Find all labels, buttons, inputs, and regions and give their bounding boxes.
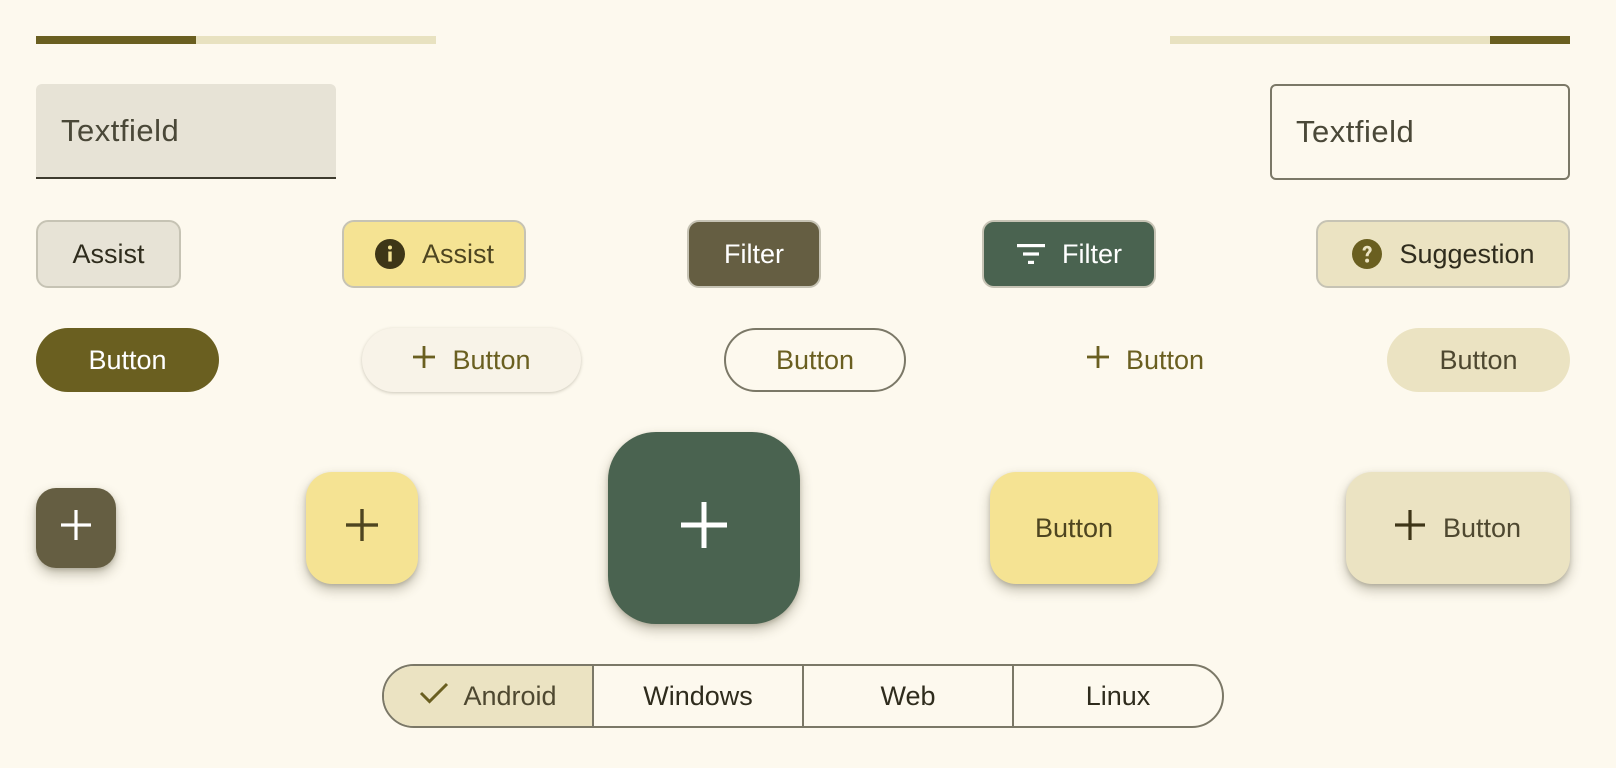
- filter-chip-selected-label: Filter: [724, 238, 784, 269]
- segment-windows[interactable]: Windows: [594, 666, 804, 726]
- elevated-button[interactable]: Button: [362, 328, 581, 392]
- assist-chip[interactable]: Assist: [36, 220, 181, 288]
- check-icon: [419, 681, 449, 712]
- info-icon: [374, 238, 406, 270]
- segment-web[interactable]: Web: [804, 666, 1014, 726]
- progress-bar-right: [1170, 36, 1570, 44]
- filled-button[interactable]: Button: [36, 328, 219, 392]
- filled-textfield[interactable]: Textfield: [36, 84, 336, 179]
- tonal-button-label: Button: [1439, 344, 1518, 375]
- filter-chip-with-icon[interactable]: Filter: [982, 220, 1156, 288]
- outlined-button-label: Button: [775, 344, 855, 375]
- extended-fab-with-icon[interactable]: Button: [1346, 472, 1570, 584]
- segment-android[interactable]: Android: [384, 666, 594, 726]
- extended-fab-label: Button: [1034, 512, 1114, 543]
- plus-icon: [346, 508, 378, 548]
- progress-bar-left: [36, 36, 436, 44]
- progress-fill-left: [36, 36, 196, 44]
- assist-chip-label: Assist: [72, 238, 145, 269]
- elevated-button-label: Button: [452, 344, 531, 375]
- plus-icon: [1394, 509, 1425, 547]
- segment-web-label: Web: [880, 680, 936, 711]
- large-fab[interactable]: [608, 432, 800, 624]
- suggestion-chip[interactable]: Suggestion: [1316, 220, 1570, 288]
- outlined-textfield[interactable]: Textfield: [1270, 84, 1570, 180]
- outlined-button[interactable]: Button: [724, 328, 906, 392]
- help-icon: [1351, 238, 1383, 270]
- fab[interactable]: [306, 472, 418, 584]
- text-button-label: Button: [1125, 344, 1205, 375]
- progress-fill-right: [1490, 36, 1570, 44]
- filled-button-label: Button: [88, 344, 167, 375]
- assist-chip-elevated-label: Assist: [421, 238, 494, 269]
- filter-icon: [1016, 242, 1046, 266]
- extended-fab[interactable]: Button: [990, 472, 1158, 584]
- plus-icon: [412, 345, 436, 376]
- filter-chip-selected[interactable]: Filter: [687, 220, 821, 288]
- plus-icon: [1086, 345, 1110, 376]
- plus-icon: [61, 509, 91, 547]
- segment-linux-label: Linux: [1085, 680, 1151, 711]
- text-button[interactable]: Button: [1060, 328, 1230, 392]
- plus-icon: [681, 501, 727, 555]
- filled-textfield-label: Textfield: [61, 112, 180, 148]
- segment-android-label: Android: [463, 680, 557, 711]
- filter-chip-with-icon-label: Filter: [1062, 238, 1122, 269]
- suggestion-chip-label: Suggestion: [1399, 238, 1535, 269]
- segmented-button: Android Windows Web Linux: [382, 664, 1224, 728]
- tonal-button[interactable]: Button: [1387, 328, 1570, 392]
- segment-linux[interactable]: Linux: [1014, 666, 1222, 726]
- small-fab[interactable]: [36, 488, 116, 568]
- extended-fab-with-icon-label: Button: [1442, 512, 1522, 543]
- outlined-textfield-label: Textfield: [1296, 114, 1415, 149]
- segment-windows-label: Windows: [643, 680, 753, 711]
- assist-chip-elevated[interactable]: Assist: [342, 220, 526, 288]
